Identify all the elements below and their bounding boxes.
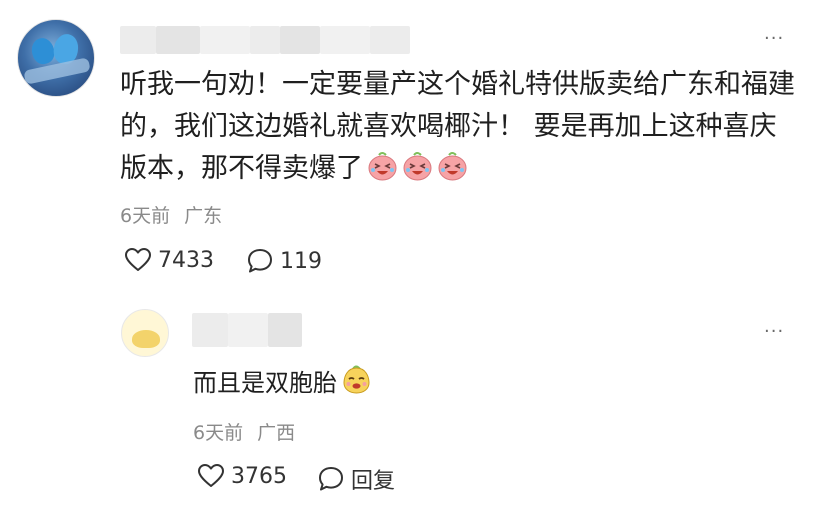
reply-location: 广西 bbox=[257, 422, 296, 444]
laugh-cry-emoji-icon bbox=[367, 151, 398, 182]
reply-meta: 6天前 广西 bbox=[193, 418, 295, 445]
reply-like-button[interactable]: 3765 bbox=[197, 463, 287, 489]
heart-outline-icon bbox=[198, 464, 224, 487]
comment-reply-count-button[interactable]: 119 bbox=[246, 247, 322, 275]
reply-label: 回复 bbox=[351, 469, 396, 494]
comment-body: 听我一句劝！一定要量产这个婚礼特供版卖给广东和福建的，我们这边婚礼就喜欢喝椰汁！… bbox=[120, 64, 800, 190]
commenter-avatar[interactable] bbox=[17, 19, 95, 97]
heart-outline-icon bbox=[125, 248, 151, 271]
avatar-character-shape bbox=[132, 330, 160, 348]
like-count: 3765 bbox=[231, 463, 287, 489]
commenter-username-blurred[interactable] bbox=[120, 24, 410, 56]
reply-body: 而且是双胞胎 bbox=[193, 363, 372, 403]
replier-avatar[interactable] bbox=[121, 309, 169, 357]
speech-bubble-icon bbox=[248, 249, 272, 273]
laugh-cry-emoji-icon bbox=[402, 151, 433, 182]
comment-more-button[interactable]: ··· bbox=[764, 30, 784, 48]
speech-bubble-icon bbox=[319, 467, 343, 491]
comment-time: 6天前 bbox=[120, 205, 171, 227]
comment-like-button[interactable]: 7433 bbox=[124, 247, 214, 273]
reply-more-button[interactable]: ··· bbox=[764, 323, 784, 341]
laugh-cry-emoji-icon bbox=[437, 151, 468, 182]
reply-text: 而且是双胞胎 bbox=[193, 369, 337, 397]
reply-count: 119 bbox=[280, 248, 322, 274]
comment-meta: 6天前 广东 bbox=[120, 201, 222, 228]
reply-button[interactable]: 回复 bbox=[317, 463, 395, 495]
reply-time: 6天前 bbox=[193, 422, 244, 444]
replier-username-blurred[interactable] bbox=[192, 313, 302, 347]
comment-location: 广东 bbox=[184, 205, 223, 227]
smirk-emoji-icon bbox=[341, 364, 372, 395]
like-count: 7433 bbox=[158, 247, 214, 273]
